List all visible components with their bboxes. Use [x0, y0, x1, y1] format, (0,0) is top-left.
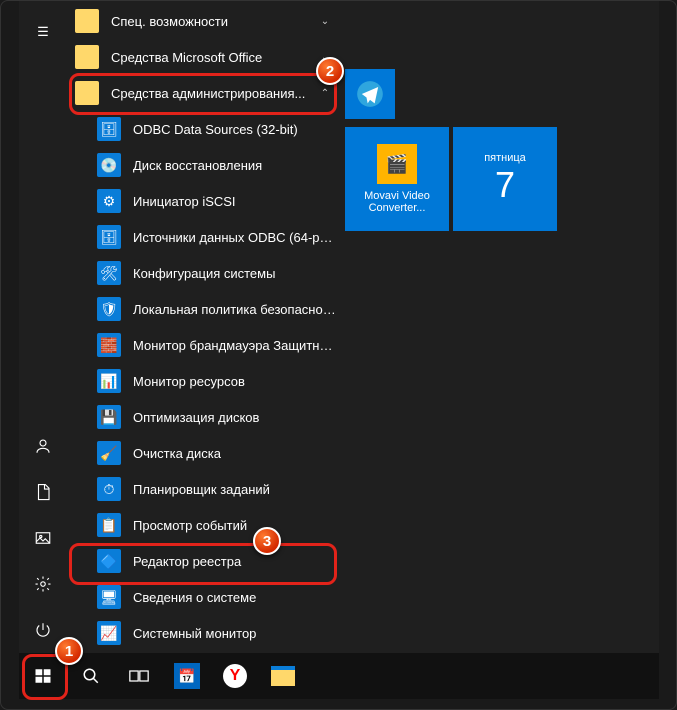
- hamburger-button[interactable]: ☰: [19, 9, 67, 55]
- account-button[interactable]: [19, 423, 67, 469]
- gear-icon: [34, 575, 52, 593]
- app-label: Оптимизация дисков: [133, 410, 337, 425]
- app-iscsi[interactable]: ⚙ Инициатор iSCSI: [67, 183, 337, 219]
- app-odbc-32[interactable]: 🗄 ODBC Data Sources (32-bit): [67, 111, 337, 147]
- day-label: пятница: [484, 152, 526, 164]
- folder-icon: [75, 81, 99, 105]
- app-sysinfo[interactable]: 🖥 Сведения о системе: [67, 579, 337, 615]
- chevron-down-icon: ⌄: [313, 16, 337, 27]
- app-firewall-monitor[interactable]: 🧱 Монитор брандмауэра Защитник...: [67, 327, 337, 363]
- app-label: Очистка диска: [133, 446, 337, 461]
- app-perfmon[interactable]: 📈 Системный монитор: [67, 615, 337, 651]
- folder-icon: [75, 45, 99, 69]
- app-label: Монитор ресурсов: [133, 374, 337, 389]
- pictures-icon: [34, 529, 52, 547]
- tile-telegram[interactable]: [345, 69, 395, 119]
- policy-icon: 🛡: [97, 297, 121, 321]
- tile-movavi[interactable]: 🎬 Movavi Video Converter...: [345, 127, 449, 231]
- folder-icon: [271, 666, 295, 686]
- annotation-badge-2: 2: [316, 57, 344, 85]
- app-label: Средства Microsoft Office: [111, 50, 313, 65]
- app-defrag[interactable]: 💾 Оптимизация дисков: [67, 399, 337, 435]
- folder-office[interactable]: Средства Microsoft Office ⌄: [67, 39, 337, 75]
- chevron-up-icon: ⌃: [313, 88, 337, 99]
- taskview-icon: [129, 668, 149, 684]
- app-list: Спец. возможности ⌄ Средства Microsoft O…: [67, 1, 337, 653]
- taskbar-calendar[interactable]: 📅: [163, 653, 211, 699]
- app-msconfig[interactable]: 🛠 Конфигурация системы: [67, 255, 337, 291]
- app-recovery-disk[interactable]: 💿 Диск восстановления: [67, 147, 337, 183]
- tiles-area: 🎬 Movavi Video Converter... пятница 7: [345, 69, 595, 231]
- movavi-icon: 🎬: [377, 144, 417, 184]
- app-label: Спец. возможности: [111, 14, 313, 29]
- tile-calendar[interactable]: пятница 7: [453, 127, 557, 231]
- iscsi-icon: ⚙: [97, 189, 121, 213]
- firewall-icon: 🧱: [97, 333, 121, 357]
- settings-button[interactable]: [19, 561, 67, 607]
- search-icon: [82, 667, 100, 685]
- app-label: Диск восстановления: [133, 158, 337, 173]
- folder-icon: [75, 9, 99, 33]
- app-label: Средства администрирования...: [111, 86, 313, 101]
- app-resmon[interactable]: 📊 Монитор ресурсов: [67, 363, 337, 399]
- app-label: Инициатор iSCSI: [133, 194, 337, 209]
- user-icon: [34, 437, 52, 455]
- taskbar-explorer[interactable]: [259, 653, 307, 699]
- menu-icon: ☰: [37, 24, 49, 40]
- document-icon: [34, 483, 52, 501]
- recovery-icon: 💿: [97, 153, 121, 177]
- app-label: Системный монитор: [133, 626, 337, 641]
- scheduler-icon: ⏱: [97, 477, 121, 501]
- app-label: Источники данных ODBC (64-раз...: [133, 230, 337, 245]
- day-number: 7: [495, 164, 515, 206]
- yandex-icon: Y: [223, 664, 247, 688]
- app-label: Редактор реестра: [133, 554, 337, 569]
- start-menu: ☰ Спец. возможности ⌄ Средства Microsoft…: [19, 1, 659, 653]
- perfmon-icon: 📈: [97, 621, 121, 645]
- app-label: Планировщик заданий: [133, 482, 337, 497]
- app-label: Конфигурация системы: [133, 266, 337, 281]
- app-scheduler[interactable]: ⏱ Планировщик заданий: [67, 471, 337, 507]
- calendar-icon: 📅: [174, 663, 200, 689]
- folder-spec[interactable]: Спец. возможности ⌄: [67, 3, 337, 39]
- app-eventvwr[interactable]: 📋 Просмотр событий: [67, 507, 337, 543]
- events-icon: 📋: [97, 513, 121, 537]
- app-label: Монитор брандмауэра Защитник...: [133, 338, 337, 353]
- tile-label: Movavi Video Converter...: [349, 190, 445, 214]
- taskbar-yandex[interactable]: Y: [211, 653, 259, 699]
- regedit-icon: 🔷: [97, 549, 121, 573]
- app-label: Локальная политика безопасности: [133, 302, 337, 317]
- left-rail: ☰: [19, 1, 67, 653]
- config-icon: 🛠: [97, 261, 121, 285]
- taskbar: 📅 Y: [19, 653, 659, 699]
- app-odbc-64[interactable]: 🗄 Источники данных ODBC (64-раз...: [67, 219, 337, 255]
- documents-button[interactable]: [19, 469, 67, 515]
- telegram-icon: [356, 80, 384, 108]
- cleanup-icon: 🧹: [97, 441, 121, 465]
- defrag-icon: 💾: [97, 405, 121, 429]
- app-label: Просмотр событий: [133, 518, 337, 533]
- app-label: ODBC Data Sources (32-bit): [133, 122, 337, 137]
- sysinfo-icon: 🖥: [97, 585, 121, 609]
- app-regedit[interactable]: 🔷 Редактор реестра: [67, 543, 337, 579]
- odbc-icon: 🗄: [97, 225, 121, 249]
- resmon-icon: 📊: [97, 369, 121, 393]
- app-cleanup[interactable]: 🧹 Очистка диска: [67, 435, 337, 471]
- pictures-button[interactable]: [19, 515, 67, 561]
- windows-icon: [34, 667, 52, 685]
- app-secpol[interactable]: 🛡 Локальная политика безопасности: [67, 291, 337, 327]
- odbc-icon: 🗄: [97, 117, 121, 141]
- app-label: Сведения о системе: [133, 590, 337, 605]
- taskview-button[interactable]: [115, 653, 163, 699]
- annotation-badge-1: 1: [55, 637, 83, 665]
- annotation-badge-3: 3: [253, 527, 281, 555]
- power-icon: [34, 621, 52, 639]
- folder-admin-tools[interactable]: Средства администрирования... ⌃: [67, 75, 337, 111]
